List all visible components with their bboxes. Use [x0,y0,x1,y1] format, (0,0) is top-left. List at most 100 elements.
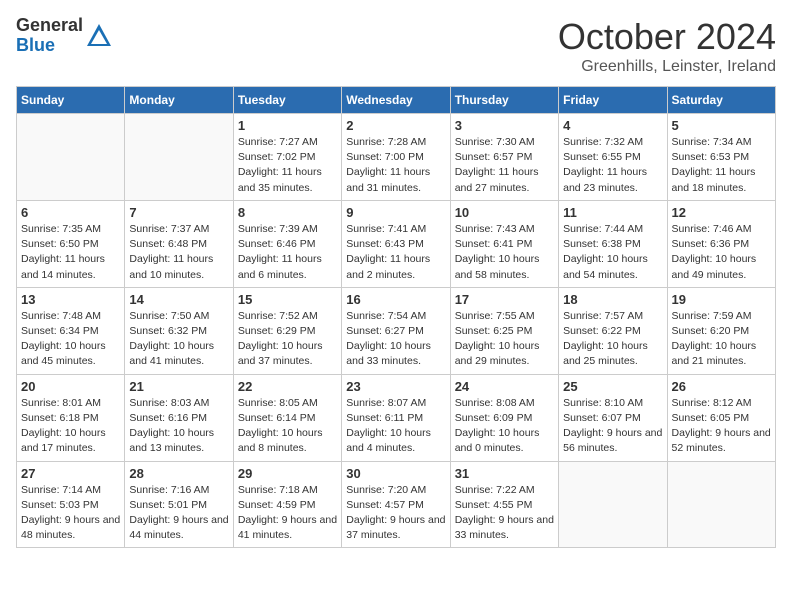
day-info: Sunrise: 7:57 AMSunset: 6:22 PMDaylight:… [563,309,662,370]
location-title: Greenhills, Leinster, Ireland [558,58,776,76]
calendar-week-row: 20 Sunrise: 8:01 AMSunset: 6:18 PMDayligh… [17,374,776,461]
calendar-cell [559,461,667,548]
calendar-week-row: 27Sunrise: 7:14 AMSunset: 5:03 PMDayligh… [17,461,776,548]
day-number: 6 [21,205,120,220]
day-info: Sunrise: 7:52 AMSunset: 6:29 PMDaylight:… [238,309,337,370]
calendar-cell: 5 Sunrise: 7:34 AMSunset: 6:53 PMDaylight… [667,114,775,201]
calendar-cell: 17Sunrise: 7:55 AMSunset: 6:25 PMDayligh… [450,287,558,374]
weekday-header: Sunday [17,87,125,114]
calendar-cell: 22 Sunrise: 8:05 AMSunset: 6:14 PMDayligh… [233,374,341,461]
calendar-cell: 21 Sunrise: 8:03 AMSunset: 6:16 PMDayligh… [125,374,233,461]
day-number: 14 [129,292,228,307]
day-info: Sunrise: 7:59 AMSunset: 6:20 PMDaylight:… [672,309,771,370]
calendar-cell: 3 Sunrise: 7:30 AMSunset: 6:57 PMDaylight… [450,114,558,201]
day-number: 11 [563,205,662,220]
calendar-cell: 23Sunrise: 8:07 AMSunset: 6:11 PMDayligh… [342,374,450,461]
day-info: Sunrise: 7:32 AMSunset: 6:55 PMDaylight:… [563,135,662,196]
day-info: Sunrise: 8:05 AMSunset: 6:14 PMDaylight:… [238,396,337,457]
day-info: Sunrise: 7:16 AMSunset: 5:01 PMDaylight:… [129,483,228,544]
calendar-cell: 9Sunrise: 7:41 AMSunset: 6:43 PMDaylight… [342,200,450,287]
logo-icon [85,22,113,50]
calendar-cell: 1Sunrise: 7:27 AMSunset: 7:02 PMDaylight… [233,114,341,201]
day-number: 20 [21,379,120,394]
calendar-cell: 24 Sunrise: 8:08 AMSunset: 6:09 PMDayligh… [450,374,558,461]
calendar-header-row: SundayMondayTuesdayWednesdayThursdayFrid… [17,87,776,114]
calendar-cell: 19 Sunrise: 7:59 AMSunset: 6:20 PMDayligh… [667,287,775,374]
day-number: 1 [238,118,337,133]
calendar-table: SundayMondayTuesdayWednesdayThursdayFrid… [16,86,776,548]
day-info: Sunrise: 7:18 AMSunset: 4:59 PMDaylight:… [238,483,337,544]
calendar-cell: 4Sunrise: 7:32 AMSunset: 6:55 PMDaylight… [559,114,667,201]
day-info: Sunrise: 8:08 AMSunset: 6:09 PMDaylight:… [455,396,554,457]
calendar-cell [125,114,233,201]
day-info: Sunrise: 7:22 AMSunset: 4:55 PMDaylight:… [455,483,554,544]
calendar-cell: 14 Sunrise: 7:50 AMSunset: 6:32 PMDayligh… [125,287,233,374]
calendar-cell: 7Sunrise: 7:37 AMSunset: 6:48 PMDaylight… [125,200,233,287]
day-info: Sunrise: 7:28 AMSunset: 7:00 PMDaylight:… [346,135,445,196]
day-number: 2 [346,118,445,133]
calendar-cell [667,461,775,548]
day-number: 28 [129,466,228,481]
day-number: 21 [129,379,228,394]
day-number: 25 [563,379,662,394]
day-number: 12 [672,205,771,220]
calendar-cell: 20 Sunrise: 8:01 AMSunset: 6:18 PMDayligh… [17,374,125,461]
day-number: 13 [21,292,120,307]
day-number: 31 [455,466,554,481]
day-info: Sunrise: 8:03 AMSunset: 6:16 PMDaylight:… [129,396,228,457]
calendar-cell: 12 Sunrise: 7:46 AMSunset: 6:36 PMDayligh… [667,200,775,287]
calendar-cell: 31 Sunrise: 7:22 AMSunset: 4:55 PMDayligh… [450,461,558,548]
calendar-cell: 25Sunrise: 8:10 AMSunset: 6:07 PMDayligh… [559,374,667,461]
day-number: 18 [563,292,662,307]
day-number: 19 [672,292,771,307]
day-number: 8 [238,205,337,220]
day-number: 5 [672,118,771,133]
day-info: Sunrise: 7:50 AMSunset: 6:32 PMDaylight:… [129,309,228,370]
day-info: Sunrise: 7:35 AMSunset: 6:50 PMDaylight:… [21,222,120,283]
day-number: 22 [238,379,337,394]
day-number: 30 [346,466,445,481]
day-number: 24 [455,379,554,394]
calendar-cell: 10 Sunrise: 7:43 AMSunset: 6:41 PMDayligh… [450,200,558,287]
page-header: General Blue October 2024 Greenhills, Le… [16,16,776,76]
day-info: Sunrise: 8:01 AMSunset: 6:18 PMDaylight:… [21,396,120,457]
weekday-header: Tuesday [233,87,341,114]
calendar-week-row: 1Sunrise: 7:27 AMSunset: 7:02 PMDaylight… [17,114,776,201]
logo-blue: Blue [16,35,55,55]
logo-general: General [16,15,83,35]
day-info: Sunrise: 7:48 AMSunset: 6:34 PMDaylight:… [21,309,120,370]
calendar-cell: 18 Sunrise: 7:57 AMSunset: 6:22 PMDayligh… [559,287,667,374]
day-number: 17 [455,292,554,307]
day-info: Sunrise: 7:30 AMSunset: 6:57 PMDaylight:… [455,135,554,196]
day-info: Sunrise: 7:43 AMSunset: 6:41 PMDaylight:… [455,222,554,283]
calendar-cell: 16Sunrise: 7:54 AMSunset: 6:27 PMDayligh… [342,287,450,374]
calendar-cell: 15 Sunrise: 7:52 AMSunset: 6:29 PMDayligh… [233,287,341,374]
day-info: Sunrise: 7:37 AMSunset: 6:48 PMDaylight:… [129,222,228,283]
calendar-cell: 28 Sunrise: 7:16 AMSunset: 5:01 PMDayligh… [125,461,233,548]
calendar-cell: 30 Sunrise: 7:20 AMSunset: 4:57 PMDayligh… [342,461,450,548]
calendar-cell: 11 Sunrise: 7:44 AMSunset: 6:38 PMDayligh… [559,200,667,287]
day-info: Sunrise: 8:07 AMSunset: 6:11 PMDaylight:… [346,396,445,457]
weekday-header: Friday [559,87,667,114]
day-number: 3 [455,118,554,133]
day-info: Sunrise: 7:46 AMSunset: 6:36 PMDaylight:… [672,222,771,283]
calendar-cell [17,114,125,201]
weekday-header: Thursday [450,87,558,114]
day-info: Sunrise: 7:41 AMSunset: 6:43 PMDaylight:… [346,222,445,283]
day-number: 16 [346,292,445,307]
weekday-header: Monday [125,87,233,114]
calendar-cell: 26Sunrise: 8:12 AMSunset: 6:05 PMDayligh… [667,374,775,461]
title-section: October 2024 Greenhills, Leinster, Irela… [558,16,776,76]
calendar-week-row: 6 Sunrise: 7:35 AMSunset: 6:50 PMDaylight… [17,200,776,287]
day-info: Sunrise: 7:34 AMSunset: 6:53 PMDaylight:… [672,135,771,196]
weekday-header: Wednesday [342,87,450,114]
logo: General Blue [16,16,113,56]
day-info: Sunrise: 7:44 AMSunset: 6:38 PMDaylight:… [563,222,662,283]
day-number: 15 [238,292,337,307]
day-info: Sunrise: 7:20 AMSunset: 4:57 PMDaylight:… [346,483,445,544]
day-number: 10 [455,205,554,220]
day-info: Sunrise: 7:39 AMSunset: 6:46 PMDaylight:… [238,222,337,283]
weekday-header: Saturday [667,87,775,114]
day-number: 29 [238,466,337,481]
calendar-cell: 8 Sunrise: 7:39 AMSunset: 6:46 PMDaylight… [233,200,341,287]
